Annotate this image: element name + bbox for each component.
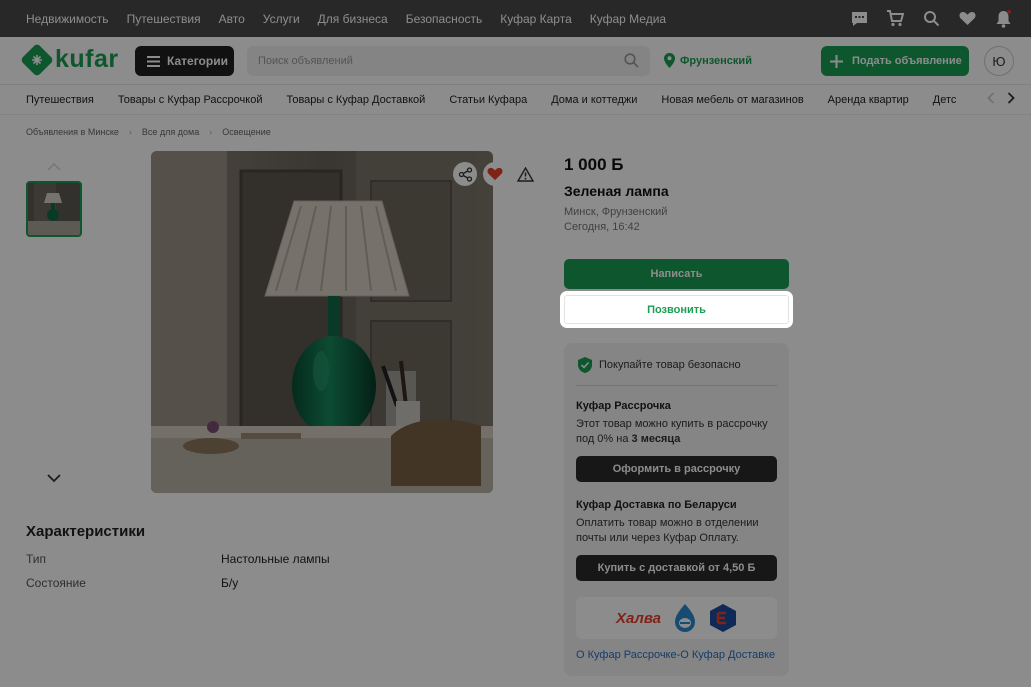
breadcrumb-separator: › xyxy=(209,127,213,137)
breadcrumb: Объявления в Минске › Все для дома › Осв… xyxy=(26,127,271,137)
topnav-link-realty[interactable]: Недвижимость xyxy=(26,12,109,26)
chevron-down-icon xyxy=(47,474,61,483)
favorite-heart-icon[interactable] xyxy=(483,162,507,186)
installment-title: Куфар Рассрочка xyxy=(576,400,671,412)
catbar-item-articles[interactable]: Статьи Куфара xyxy=(449,94,527,106)
location-label: Фрунзенский xyxy=(680,54,752,67)
chat-icon[interactable] xyxy=(849,9,869,29)
heart-icon[interactable] xyxy=(957,9,977,29)
catbar-item-installment[interactable]: Товары с Куфар Рассрочкой xyxy=(118,94,263,106)
topnav-link-security[interactable]: Безопасность xyxy=(406,12,483,26)
safe-purchase-label: Покупайте товар безопасно xyxy=(599,359,741,371)
share-icon[interactable] xyxy=(453,162,477,186)
characteristics-title: Характеристики xyxy=(26,523,146,540)
catbar-item-rent[interactable]: Аренда квартир xyxy=(828,94,909,106)
topnav-link-travel[interactable]: Путешествия xyxy=(127,12,201,26)
search-input[interactable]: Поиск объявлений xyxy=(247,46,650,76)
avatar[interactable]: Ю xyxy=(984,46,1014,76)
char-label-type: Тип xyxy=(26,552,47,566)
categories-label: Категории xyxy=(167,54,228,68)
divider xyxy=(576,385,777,386)
post-ad-button[interactable]: Подать объявление xyxy=(821,46,969,76)
cart-icon[interactable] xyxy=(885,9,905,29)
thumbnails-up-button[interactable] xyxy=(47,158,61,176)
chevron-up-icon xyxy=(47,162,61,171)
delivery-text: Оплатить товар можно в отделении почты и… xyxy=(576,517,759,544)
write-message-button[interactable]: Написать xyxy=(564,259,789,289)
breadcrumb-minsk[interactable]: Объявления в Минске xyxy=(26,127,119,137)
top-navigation: Недвижимость Путешествия Авто Услуги Для… xyxy=(0,0,1031,37)
kufar-logo[interactable]: kufar xyxy=(20,42,119,77)
char-value-type: Настольные лампы xyxy=(221,552,330,566)
location-selector[interactable]: Фрунзенский xyxy=(664,53,752,68)
listing-title: Зеленая лампа xyxy=(564,183,669,199)
installment-term: 3 месяца xyxy=(631,433,681,445)
shield-check-icon xyxy=(578,357,592,373)
breadcrumb-lighting[interactable]: Освещение xyxy=(222,127,271,137)
safe-purchase-panel: Покупайте товар безопасно Куфар Рассрочк… xyxy=(564,343,789,676)
europochta-logo-icon xyxy=(710,604,737,632)
topnav-link-auto[interactable]: Авто xyxy=(219,12,245,26)
category-bar: Путешествия Товары с Куфар Рассрочкой То… xyxy=(0,85,1031,115)
search-placeholder: Поиск объявлений xyxy=(258,55,353,67)
image-actions xyxy=(453,162,537,186)
thumbnails-down-button[interactable] xyxy=(47,470,61,488)
logo-text: kufar xyxy=(55,45,119,73)
topnav-link-services[interactable]: Услуги xyxy=(263,12,300,26)
catbar-item-kids[interactable]: Детс xyxy=(933,94,957,106)
breadcrumb-separator: › xyxy=(128,127,132,137)
bell-icon[interactable] xyxy=(993,9,1013,29)
thumbnail-image[interactable] xyxy=(26,181,82,237)
safe-purchase-header: Покупайте товар безопасно xyxy=(578,357,741,373)
belpost-logo-icon xyxy=(675,604,696,632)
catbar-item-houses[interactable]: Дома и коттеджи xyxy=(551,94,637,106)
call-button[interactable]: Позвонить xyxy=(560,291,793,328)
installment-button[interactable]: Оформить в рассрочку xyxy=(576,456,777,482)
site-header: kufar Категории Поиск объявлений Фрунзен… xyxy=(0,37,1031,85)
delivery-title: Куфар Доставка по Беларуси xyxy=(576,499,737,511)
halva-logo: Халва xyxy=(615,609,662,627)
post-ad-label: Подать объявление xyxy=(852,55,962,67)
buy-with-delivery-button[interactable]: Купить с доставкой от 4,50 Б xyxy=(576,555,777,581)
listing-price: 1 000 Б xyxy=(564,155,624,174)
info-links[interactable]: О Куфар Рассрочке-О Куфар Доставке xyxy=(576,649,775,661)
catbar-item-delivery[interactable]: Товары с Куфар Доставкой xyxy=(286,94,425,106)
chevron-right-icon[interactable] xyxy=(1007,92,1015,104)
search-icon[interactable] xyxy=(624,53,639,68)
char-label-condition: Состояние xyxy=(26,576,86,590)
char-value-condition: Б/у xyxy=(221,576,239,590)
installment-text: Этот товар можно купить в рассрочку под … xyxy=(576,417,781,447)
report-warning-icon[interactable] xyxy=(513,162,537,186)
menu-icon xyxy=(147,55,160,67)
chevron-left-icon[interactable] xyxy=(987,92,995,104)
catbar-item-new-furniture[interactable]: Новая мебель от магазинов xyxy=(661,94,803,106)
topnav-link-kufar-map[interactable]: Куфар Карта xyxy=(500,12,572,26)
location-pin-icon xyxy=(664,53,675,68)
catbar-item-travel[interactable]: Путешествия xyxy=(26,94,94,106)
payment-partners: Халва xyxy=(576,597,777,639)
breadcrumb-home[interactable]: Все для дома xyxy=(142,127,199,137)
logo-diamond-icon xyxy=(20,42,54,77)
topnav-link-kufar-media[interactable]: Куфар Медиа xyxy=(590,12,666,26)
product-main-image[interactable] xyxy=(151,151,493,493)
listing-location: Минск, Фрунзенский xyxy=(564,206,668,218)
plus-icon xyxy=(830,54,843,68)
search-favorites-icon[interactable] xyxy=(921,9,941,29)
categories-button[interactable]: Категории xyxy=(135,46,234,76)
listing-date: Сегодня, 16:42 xyxy=(564,221,640,233)
topnav-link-business[interactable]: Для бизнеса xyxy=(318,12,388,26)
